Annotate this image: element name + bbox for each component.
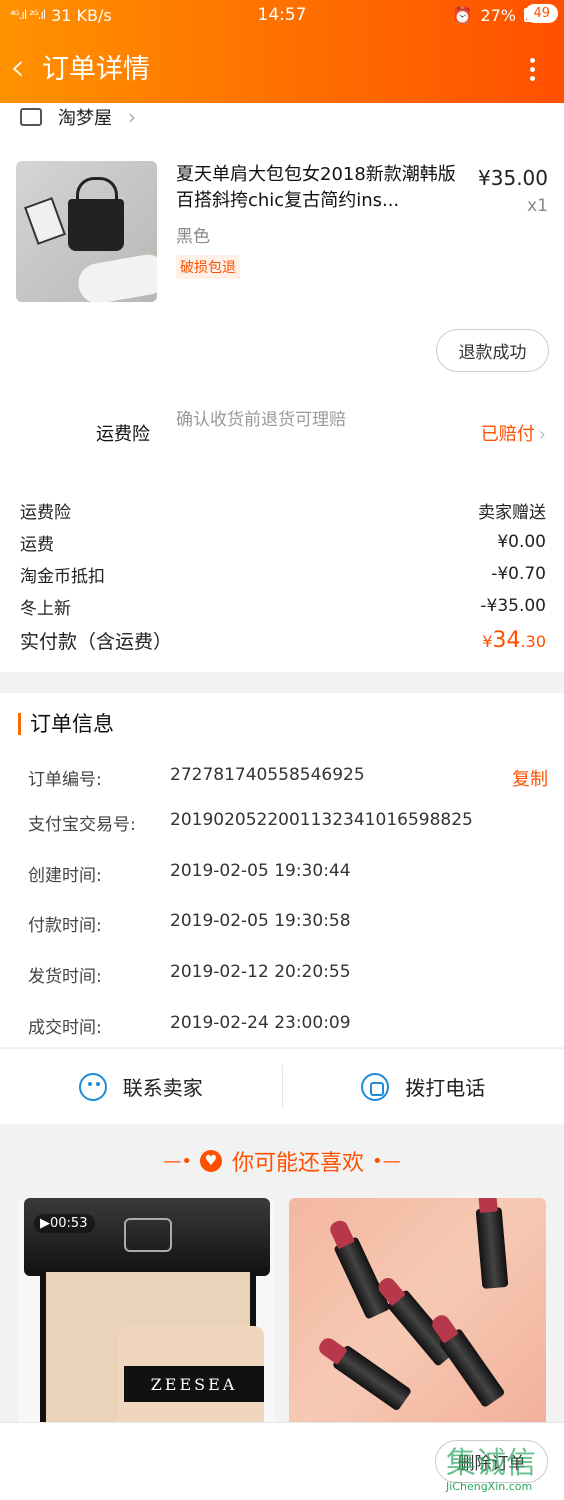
info-row: 付款时间: 2019-02-05 19:30:58 (28, 911, 351, 936)
insurance-status[interactable]: 已赔付 › (481, 420, 546, 446)
page-title: 订单详情 (42, 54, 150, 85)
info-row: 成交时间: 2019-02-24 23:00:09 (28, 1013, 351, 1038)
fee-row: 淘金币抵扣 -¥0.70 (20, 564, 546, 587)
info-row: 支付宝交易号: 2019020522001132341016598825 (28, 810, 473, 835)
fee-list: 运费险 卖家赠送 运费 ¥0.00 淘金币抵扣 -¥0.70 冬上新 -¥35.00 实… (0, 486, 564, 672)
contact-bar: 联系卖家 拨打电话 (0, 1048, 564, 1124)
total-row: 实付款（含运费） ¥34.30 (20, 624, 546, 656)
fee-row: 冬上新 -¥35.00 (20, 596, 546, 619)
order-info: 订单信息 订单编号: 272781740558546925 复制 支付宝交易号:… (0, 693, 564, 1047)
chevron-right-icon: › (538, 424, 546, 445)
title-bar: ‹ 订单详情 (0, 30, 564, 103)
contact-seller-button[interactable]: 联系卖家 (0, 1049, 282, 1124)
product-card: 夏天单肩大包包女2018新款潮韩版 百搭斜挎chic复古简约ins... ¥35… (0, 130, 564, 500)
top-bar: ⁴ᴳ.ıl ²ᴳ.ıl 31 KB/s 14:57 ⏰ 27% ‹ 订单详情 4… (0, 0, 564, 103)
fee-row: 运费 ¥0.00 (20, 532, 546, 555)
battery-percent: 27% (480, 5, 516, 25)
chevron-left-icon[interactable]: ‹ (10, 48, 40, 86)
product-title[interactable]: 夏天单肩大包包女2018新款潮韩版 百搭斜挎chic复古简约ins... (176, 162, 466, 214)
total-label: 实付款（含运费） (20, 630, 173, 653)
watermark: 集诚信 JiChengXin.com (446, 1446, 536, 1494)
shop-row[interactable]: 淘梦屋 › (0, 103, 564, 130)
status-bar: ⁴ᴳ.ıl ²ᴳ.ıl 31 KB/s 14:57 ⏰ 27% (0, 0, 564, 30)
chat-icon (78, 1072, 107, 1101)
product-brand: ZEESEA (124, 1366, 264, 1402)
product-variant: 黑色 (176, 227, 210, 247)
product-image[interactable] (16, 161, 157, 302)
info-row: 创建时间: 2019-02-05 19:30:44 (28, 861, 351, 886)
product-price: ¥35.00 (478, 166, 548, 190)
more-vertical-icon[interactable] (530, 58, 536, 81)
product-tag: 破损包退 (176, 255, 240, 279)
recommend-item[interactable] (289, 1198, 546, 1422)
heart-icon: ♥ (199, 1150, 222, 1172)
network-speed: 31 KB/s (51, 5, 112, 25)
recommend-header: —• ♥ 你可能还喜欢 •— (0, 1124, 564, 1198)
shop-icon (20, 107, 42, 126)
recommend-item[interactable]: ZEESEA ▶00:53 (18, 1198, 275, 1422)
copy-button[interactable]: 复制 (512, 765, 548, 791)
insurance-label: 运费险 (96, 424, 150, 445)
fee-row: 运费险 卖家赠送 (20, 502, 546, 523)
shop-name: 淘梦屋 (58, 107, 112, 129)
refund-status-button[interactable]: 退款成功 (436, 329, 549, 372)
order-number: 272781740558546925 (170, 765, 365, 785)
product-qty: x1 (527, 196, 548, 216)
chevron-right-icon: › (128, 104, 136, 129)
alarm-icon: ⏰ (452, 5, 473, 25)
signal-icon: ⁴ᴳ.ıl ²ᴳ.ıl (10, 8, 46, 22)
recommend-title: 你可能还喜欢 (231, 1151, 364, 1176)
order-info-title: 订单信息 (18, 713, 114, 735)
info-row: 发货时间: 2019-02-12 20:20:55 (28, 962, 351, 987)
insurance-desc: 确认收货前退货可理赔 (176, 410, 346, 430)
video-duration: ▶00:53 (34, 1214, 96, 1233)
total-amount: ¥34.30 (482, 627, 546, 653)
order-number-row: 订单编号: 272781740558546925 复制 (28, 765, 548, 791)
message-badge[interactable]: 49 (525, 4, 558, 23)
phone-icon (361, 1072, 390, 1101)
call-phone-button[interactable]: 拨打电话 (281, 1065, 564, 1108)
